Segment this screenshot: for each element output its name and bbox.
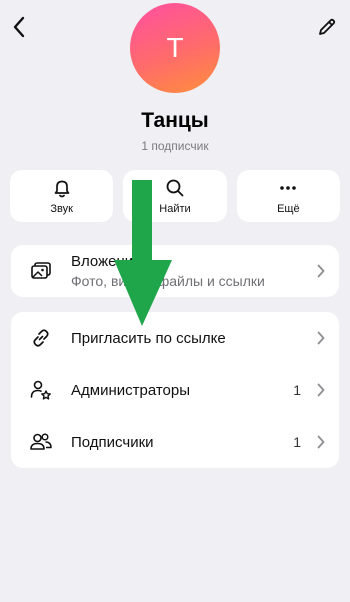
- bell-icon: [54, 180, 70, 197]
- attachments-row[interactable]: Вложения Фото, видео, файлы и ссылки: [11, 245, 339, 297]
- chevron-right-icon: [315, 263, 327, 279]
- subscribers-text: Подписчики: [71, 434, 293, 451]
- sound-label: Звук: [50, 202, 73, 215]
- edit-button[interactable]: [314, 14, 340, 40]
- chevron-right-icon: [315, 434, 327, 450]
- link-icon: [27, 324, 55, 352]
- admins-label: Администраторы: [71, 381, 191, 399]
- search-label: Найти: [159, 202, 191, 215]
- invite-link-label: Пригласить по ссылке: [71, 329, 226, 347]
- chevron-right-icon: [315, 382, 327, 398]
- more-button[interactable]: Ещё: [236, 170, 340, 222]
- subscriber-count: 1 подписчик: [141, 139, 209, 153]
- admins-row[interactable]: Администраторы 1: [11, 364, 339, 416]
- admin-star-icon: [27, 376, 55, 404]
- people-icon: [27, 428, 55, 456]
- invite-link-text: Пригласить по ссылке: [71, 330, 301, 347]
- sound-button[interactable]: Звук: [10, 170, 114, 222]
- subscribers-row[interactable]: Подписчики 1: [11, 416, 339, 468]
- attachments-card: Вложения Фото, видео, файлы и ссылки: [11, 245, 339, 297]
- avatar-letter: Т: [166, 32, 184, 63]
- subscribers-count: 1: [293, 434, 301, 450]
- invite-link-row[interactable]: Пригласить по ссылке: [11, 312, 339, 364]
- admins-count: 1: [293, 382, 301, 398]
- attachments-title: Вложения: [71, 253, 142, 270]
- action-bar: Звук Найти Ещё: [10, 170, 340, 222]
- attachments-text: Вложения Фото, видео, файлы и ссылки: [71, 253, 315, 289]
- search-button[interactable]: Найти: [123, 170, 227, 222]
- pencil-icon: [319, 18, 336, 35]
- photo-gallery-icon: [31, 262, 51, 279]
- attachments-subtitle: Фото, видео, файлы и ссылки: [71, 273, 265, 289]
- back-button[interactable]: [6, 14, 32, 40]
- more-label: Ещё: [277, 202, 300, 215]
- attachments-icon-wrap: [27, 257, 55, 285]
- search-icon: [166, 179, 184, 196]
- channel-info-screen: Т Танцы 1 подписчик Звук Найти Ещё Вложе…: [0, 0, 350, 602]
- subscribers-label: Подписчики: [71, 433, 154, 451]
- admins-text: Администраторы: [71, 382, 293, 399]
- avatar[interactable]: Т: [130, 3, 220, 93]
- more-dots-icon: [280, 185, 297, 190]
- settings-card: Пригласить по ссылке Администраторы 1 По…: [11, 312, 339, 468]
- chevron-left-icon: [13, 16, 25, 38]
- page-title: Танцы: [141, 109, 209, 132]
- chevron-right-icon: [315, 330, 327, 346]
